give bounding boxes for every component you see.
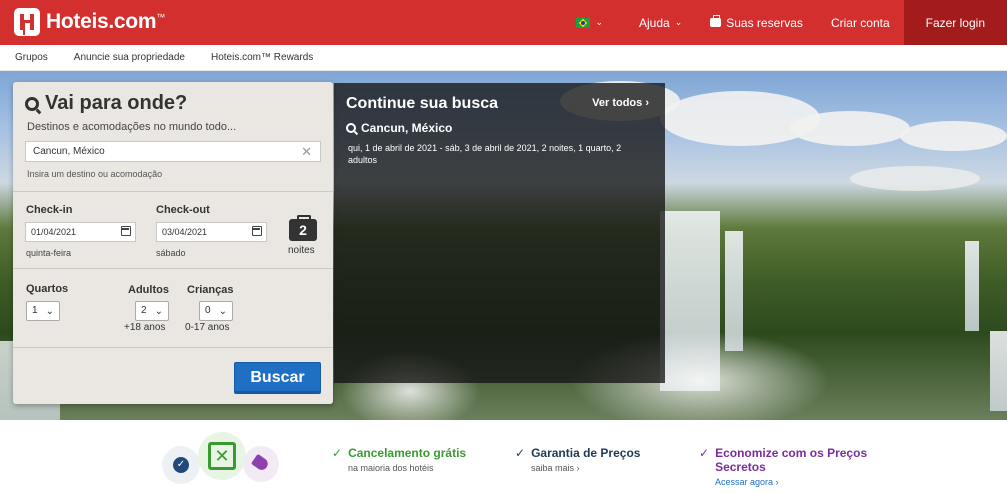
chevron-down-icon: ⌄ <box>45 306 54 317</box>
calendar-icon <box>252 226 262 236</box>
create-account-label: Criar conta <box>830 15 890 30</box>
suitcase-icon <box>710 15 722 27</box>
nights-count-badge: 2 <box>289 215 317 241</box>
children-label: Crianças <box>187 284 234 296</box>
help-label: Ajuda <box>638 15 670 30</box>
recent-search-item[interactable]: Cancun, México <box>346 121 452 135</box>
search-icon <box>346 123 356 133</box>
benefits-bar: ✓ ✕ ✓ Cancelamento grátis na maioria dos … <box>0 420 1007 493</box>
adults-label: Adultos <box>128 284 169 296</box>
calendar-cancel-icon: ✕ <box>198 432 246 480</box>
top-header: Hoteis.com™ ⌄ Ajuda ⌄ Suas reservas Cria… <box>0 0 1007 45</box>
destination-input[interactable]: Cancun, México ✕ <box>25 141 321 162</box>
login-button[interactable]: Fazer login <box>903 0 1007 45</box>
destination-hint: Insira um destino ou acomodação <box>27 169 163 179</box>
rooms-select[interactable]: 1 ⌄ <box>26 301 60 321</box>
locale-selector[interactable]: ⌄ <box>562 0 617 45</box>
check-icon: ✓ <box>332 446 343 460</box>
subnav-list-property[interactable]: Anuncie sua propriedade <box>74 52 185 63</box>
rooms-label: Quartos <box>26 283 69 295</box>
reservations-label: Suas reservas <box>726 15 803 30</box>
login-label: Fazer login <box>925 15 985 30</box>
search-button[interactable]: Buscar <box>234 362 321 394</box>
checkout-label: Check-out <box>156 204 210 216</box>
chevron-down-icon: ⌄ <box>218 306 227 317</box>
chevron-down-icon: ⌄ <box>674 17 683 27</box>
chevron-down-icon: ⌄ <box>595 17 603 27</box>
search-title: Vai para onde? <box>45 92 188 114</box>
chevron-right-icon: › <box>576 463 580 473</box>
clear-icon[interactable]: ✕ <box>301 144 312 160</box>
recent-search-details: qui, 1 de abril de 2021 - sáb, 3 de abri… <box>348 143 622 165</box>
create-account-link[interactable]: Criar conta <box>817 0 904 45</box>
brand-logo[interactable]: Hoteis.com™ <box>14 8 165 36</box>
benefit-secret-prices: ✓ Economize com os Preços Secretos Acessa… <box>699 446 869 487</box>
adults-age-note: +18 anos <box>124 322 166 333</box>
subnav-rewards[interactable]: Hoteis.com™ Rewards <box>211 52 313 63</box>
children-age-note: 0-17 anos <box>185 322 230 333</box>
chevron-right-icon: › <box>775 477 779 487</box>
divider <box>13 347 333 348</box>
checkout-input[interactable]: 03/04/2021 <box>156 222 267 242</box>
search-form: Vai para onde? Destinos e acomodações no… <box>13 82 333 404</box>
nights-label: noites <box>288 245 315 256</box>
access-now-link[interactable]: Acessar agora › <box>715 477 869 487</box>
reservations-link[interactable]: Suas reservas <box>696 0 817 45</box>
chevron-right-icon: › <box>645 97 649 109</box>
continue-search-panel: Continue sua busca Ver todos › Cancun, M… <box>334 83 665 383</box>
brazil-flag-icon <box>576 17 591 28</box>
brand-name: Hoteis.com <box>46 10 157 33</box>
divider <box>13 191 333 192</box>
checkin-label: Check-in <box>26 204 73 216</box>
hotel-logo-icon <box>14 8 40 36</box>
children-select[interactable]: 0 ⌄ <box>199 301 233 321</box>
divider <box>13 268 333 269</box>
calendar-icon <box>121 226 131 236</box>
search-subtitle: Destinos e acomodações no mundo todo... <box>27 121 237 133</box>
see-all-link[interactable]: Ver todos › <box>592 97 649 109</box>
benefit-free-cancellation: ✓ Cancelamento grátis na maioria dos hoté… <box>332 446 467 473</box>
search-icon <box>25 96 39 111</box>
secondary-nav: Grupos Anuncie sua propriedade Hoteis.co… <box>0 45 1007 71</box>
checkin-weekday: quinta-feira <box>26 248 72 258</box>
price-tag-icon <box>243 446 279 482</box>
checkin-input[interactable]: 01/04/2021 <box>25 222 136 242</box>
help-menu[interactable]: Ajuda ⌄ <box>625 0 696 45</box>
subnav-groups[interactable]: Grupos <box>15 52 48 63</box>
adults-select[interactable]: 2 ⌄ <box>135 301 169 321</box>
continue-title: Continue sua busca <box>346 95 499 112</box>
benefit-price-guarantee: ✓ Garantia de Preços saiba mais › <box>515 446 641 473</box>
recent-destination: Cancun, México <box>361 121 453 135</box>
chevron-down-icon: ⌄ <box>154 306 163 317</box>
check-icon: ✓ <box>515 446 526 460</box>
shield-badge-icon: ✓ <box>162 446 200 484</box>
header-nav: ⌄ Ajuda ⌄ Suas reservas Criar conta Faze… <box>562 0 1007 45</box>
learn-more-link[interactable]: saiba mais › <box>531 463 640 473</box>
check-icon: ✓ <box>699 446 710 460</box>
checkout-weekday: sábado <box>156 248 186 258</box>
